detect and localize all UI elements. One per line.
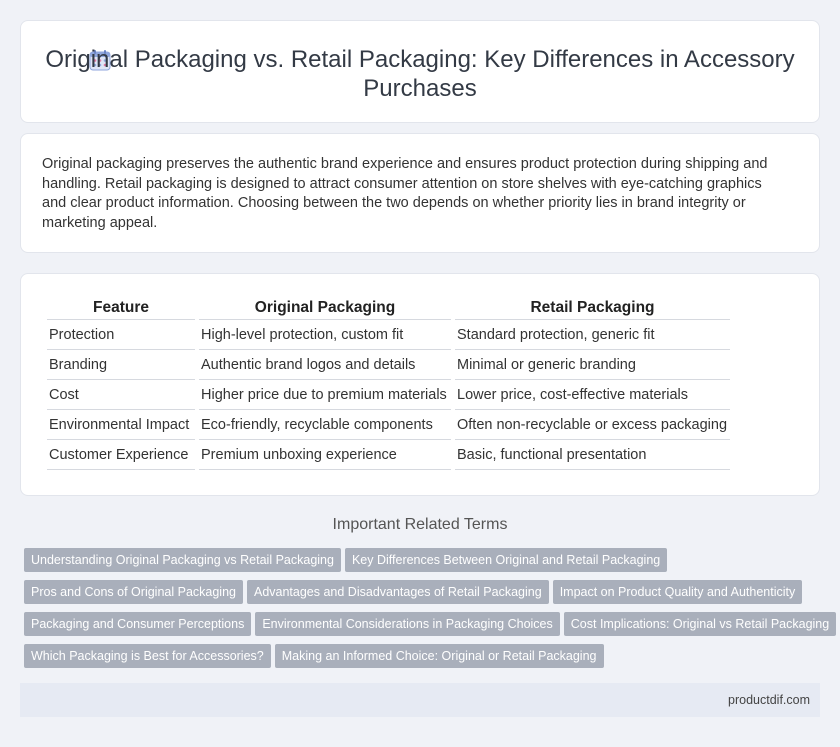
table-row: Customer Experience Premium unboxing exp… <box>47 440 730 470</box>
footer-site-link[interactable]: productdif.com <box>728 693 810 707</box>
tag-row: Understanding Original Packaging vs Reta… <box>24 548 824 580</box>
related-term-tag[interactable]: Pros and Cons of Original Packaging <box>24 580 243 604</box>
related-term-tag[interactable]: Impact on Product Quality and Authentici… <box>552 580 803 604</box>
intro-paragraph: Original packaging preserves the authent… <box>42 156 768 231</box>
cell-original: High-level protection, custom fit <box>199 320 451 350</box>
table-row: Protection High-level protection, custom… <box>47 320 730 350</box>
cell-original: Higher price due to premium materials <box>199 380 451 410</box>
table-row: Environmental Impact Eco-friendly, recyc… <box>47 410 730 440</box>
cell-original: Authentic brand logos and details <box>199 350 451 380</box>
header-card: Original Packaging vs. Retail Packaging:… <box>20 20 820 123</box>
header-feature: Feature <box>47 296 195 320</box>
table-header-row: Feature Original Packaging Retail Packag… <box>47 296 730 320</box>
cell-retail: Basic, functional presentation <box>455 440 730 470</box>
cell-retail: Often non-recyclable or excess packaging <box>455 410 730 440</box>
footer: productdif.com <box>20 683 820 717</box>
cell-retail: Standard protection, generic fit <box>455 320 730 350</box>
related-term-tag[interactable]: Packaging and Consumer Perceptions <box>24 612 252 636</box>
cell-retail: Lower price, cost-effective materials <box>455 380 730 410</box>
comparison-card: Feature Original Packaging Retail Packag… <box>20 273 820 496</box>
related-term-tag[interactable]: Advantages and Disadvantages of Retail P… <box>246 580 549 604</box>
tag-row: Pros and Cons of Original Packaging Advan… <box>24 580 824 612</box>
table-row: Branding Authentic brand logos and detai… <box>47 350 730 380</box>
related-term-tag[interactable]: Cost Implications: Original vs Retail Pa… <box>563 612 837 636</box>
cell-feature: Environmental Impact <box>47 410 195 440</box>
cell-original: Premium unboxing experience <box>199 440 451 470</box>
cell-feature: Protection <box>47 320 195 350</box>
page-title: Original Packaging vs. Retail Packaging:… <box>45 46 795 102</box>
comparison-table: Feature Original Packaging Retail Packag… <box>43 296 734 470</box>
related-terms-list: Understanding Original Packaging vs Reta… <box>24 548 837 676</box>
header-original: Original Packaging <box>199 296 451 320</box>
cell-original: Eco-friendly, recyclable components <box>199 410 451 440</box>
table-row: Cost Higher price due to premium materia… <box>47 380 730 410</box>
related-term-tag[interactable]: Making an Informed Choice: Original or R… <box>274 644 604 668</box>
cell-feature: Cost <box>47 380 195 410</box>
cell-retail: Minimal or generic branding <box>455 350 730 380</box>
tag-row: Which Packaging is Best for Accessories?… <box>24 644 824 676</box>
related-term-tag[interactable]: Environmental Considerations in Packagin… <box>255 612 560 636</box>
cell-feature: Customer Experience <box>47 440 195 470</box>
intro-card: Original packaging preserves the authent… <box>20 133 820 253</box>
related-term-tag[interactable]: Which Packaging is Best for Accessories? <box>24 644 271 668</box>
tag-row: Packaging and Consumer Perceptions Enviro… <box>24 612 837 644</box>
related-term-tag[interactable]: Understanding Original Packaging vs Reta… <box>24 548 341 572</box>
cell-feature: Branding <box>47 350 195 380</box>
header-retail: Retail Packaging <box>455 296 730 320</box>
related-term-tag[interactable]: Key Differences Between Original and Ret… <box>344 548 668 572</box>
related-terms-title: Important Related Terms <box>332 516 508 533</box>
